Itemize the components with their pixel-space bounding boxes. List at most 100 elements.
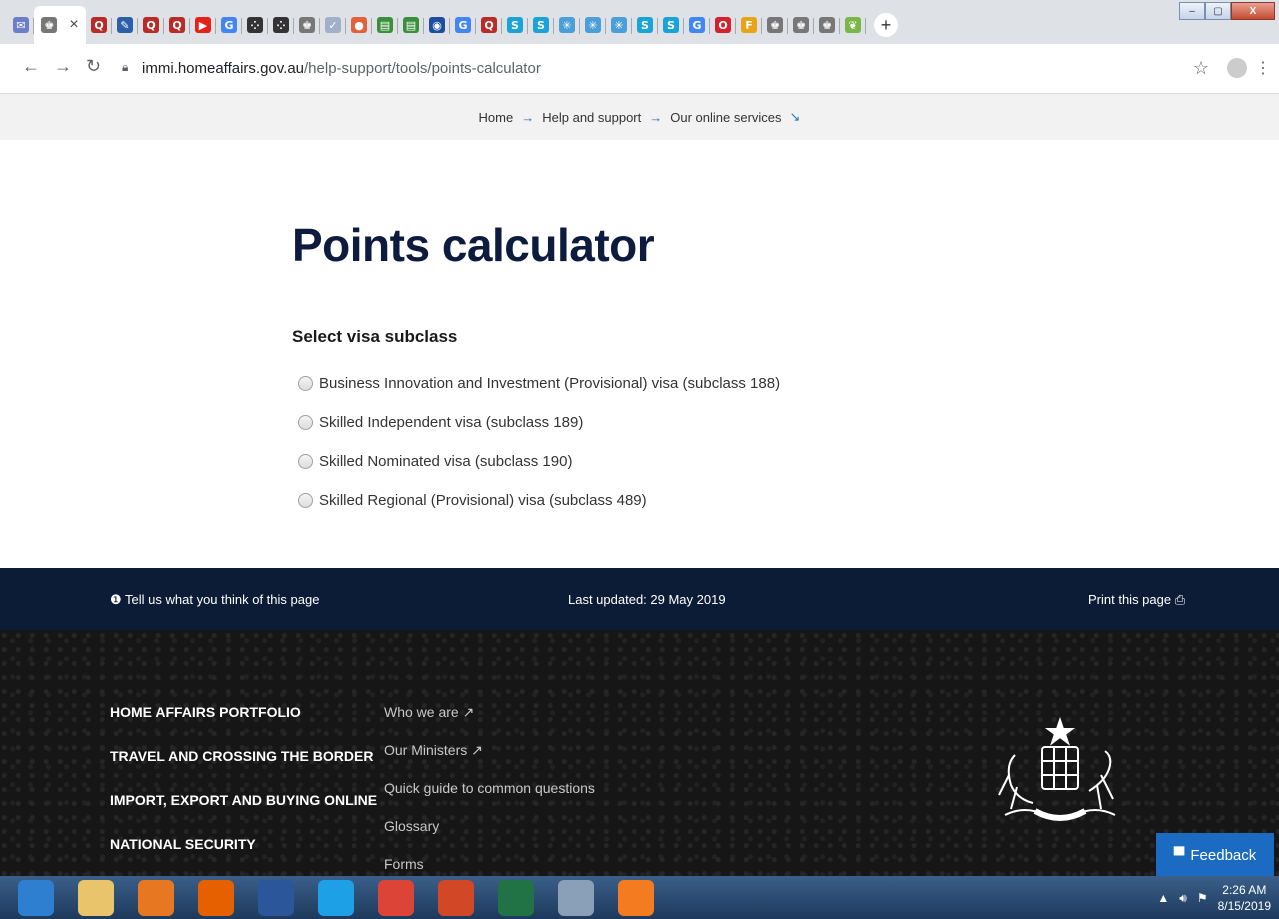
chrome-icon[interactable]: [378, 880, 414, 916]
profile-avatar[interactable]: [1227, 58, 1247, 78]
sparkle-icon: ✳: [585, 17, 601, 33]
browser-tab[interactable]: ♚: [814, 10, 840, 40]
browser-tab[interactable]: Q: [476, 10, 502, 40]
close-tab-icon[interactable]: ×: [69, 16, 78, 34]
action-center-flag-icon[interactable]: ⚑: [1197, 891, 1208, 905]
quora-icon: Q: [481, 17, 497, 33]
browser-tab[interactable]: S: [528, 10, 554, 40]
close-window-button[interactable]: X: [1231, 2, 1275, 20]
reload-icon[interactable]: ↻: [86, 56, 101, 77]
new-tab-button[interactable]: +: [874, 13, 898, 37]
page-feedback-link[interactable]: ❶ Tell us what you think of this page: [110, 592, 319, 608]
footer-link-import-export[interactable]: IMPORT, EXPORT AND BUYING ONLINE: [110, 792, 377, 836]
youtube-icon: ▶: [195, 17, 211, 33]
browser-tab[interactable]: ●: [346, 10, 372, 40]
radio-label: Business Innovation and Investment (Prov…: [319, 375, 781, 392]
browser-tab[interactable]: ✓: [320, 10, 346, 40]
bookmark-star-icon[interactable]: ☆: [1193, 58, 1209, 79]
browser-tab[interactable]: G: [684, 10, 710, 40]
radio-option-188[interactable]: Business Innovation and Investment (Prov…: [298, 364, 780, 403]
footer-link-who-we-are[interactable]: Who we are ↗: [384, 704, 595, 742]
start-icon[interactable]: [18, 880, 54, 916]
word-icon[interactable]: [258, 880, 294, 916]
clock[interactable]: 2:26 AM 8/15/2019: [1218, 882, 1271, 914]
browser-tab[interactable]: ✳: [554, 10, 580, 40]
breadcrumb: Home → Help and support → Our online ser…: [0, 94, 1279, 140]
calculator-icon[interactable]: [558, 880, 594, 916]
url-text: immi.homeaffairs.gov.au/help-support/too…: [142, 60, 541, 77]
footer-link-quick-guide[interactable]: Quick guide to common questions: [384, 780, 595, 818]
browser-tab[interactable]: ⁘: [242, 10, 268, 40]
firefox-icon[interactable]: [198, 880, 234, 916]
browser-tab[interactable]: G: [216, 10, 242, 40]
browser-tab[interactable]: S: [658, 10, 684, 40]
volume-icon[interactable]: 🔊︎: [1179, 891, 1187, 906]
browser-tab[interactable]: ▤: [372, 10, 398, 40]
browser-tab[interactable]: ♚: [762, 10, 788, 40]
browser-tab[interactable]: S: [502, 10, 528, 40]
browser-tab[interactable]: ♚ ×: [34, 6, 86, 44]
browser-tab[interactable]: ♚: [788, 10, 814, 40]
expand-arrow-icon[interactable]: ↘: [790, 109, 801, 125]
powerpoint-icon[interactable]: [438, 880, 474, 916]
url-path: /help-support/tools/points-calculator: [304, 60, 541, 77]
media-player-icon[interactable]: [138, 880, 174, 916]
excel-icon[interactable]: [498, 880, 534, 916]
browser-tab[interactable]: ◉: [424, 10, 450, 40]
browser-tab[interactable]: ✳: [606, 10, 632, 40]
browser-tab[interactable]: Q: [86, 10, 112, 40]
minimize-button[interactable]: –: [1179, 2, 1205, 20]
maximize-button[interactable]: ▢: [1205, 2, 1231, 20]
breadcrumb-services[interactable]: Our online services: [670, 110, 781, 125]
browser-tab[interactable]: ▤: [398, 10, 424, 40]
s-icon: S: [507, 17, 523, 33]
browser-tab[interactable]: ⁘: [268, 10, 294, 40]
browser-tab[interactable]: ♚: [294, 10, 320, 40]
radio-label: Skilled Nominated visa (subclass 190): [319, 453, 573, 470]
radio-option-189[interactable]: Skilled Independent visa (subclass 189): [298, 403, 780, 442]
browser-tabstrip: ✉ ♚ × Q ✎ Q Q ▶ G ⁘ ⁘ ♚ ✓ ● ▤ ▤ ◉ G Q S S ✳ ✳ ✳ S S G O F ♚ ♚ ♚ ❦ + – ▢ X: [0, 0, 1279, 44]
radio-option-190[interactable]: Skilled Nominated visa (subclass 190): [298, 442, 780, 481]
browser-tab[interactable]: ✳: [580, 10, 606, 40]
radio-button[interactable]: [298, 415, 313, 430]
address-bar[interactable]: 🔒︎ immi.homeaffairs.gov.au/help-support/…: [112, 52, 1222, 84]
info-icon: ❶: [110, 592, 122, 607]
print-page-link[interactable]: Print this page ⎙: [1088, 592, 1185, 608]
kebab-menu-icon[interactable]: ⋮: [1255, 58, 1271, 78]
breadcrumb-home[interactable]: Home: [479, 110, 514, 125]
browser-tab[interactable]: ❦: [840, 10, 866, 40]
radio-button[interactable]: [298, 454, 313, 469]
crest-icon: ♚: [819, 17, 835, 33]
ie-icon[interactable]: [318, 880, 354, 916]
browser-tab[interactable]: G: [450, 10, 476, 40]
browser-tab[interactable]: ✎: [112, 10, 138, 40]
browser-tab[interactable]: ▶: [190, 10, 216, 40]
last-updated: Last updated: 29 May 2019: [568, 592, 726, 607]
browser-toolbar: ← → ↻ 🔒︎ immi.homeaffairs.gov.au/help-su…: [0, 44, 1279, 94]
footer-link-glossary[interactable]: Glossary: [384, 818, 595, 856]
page-footer-bar: ❶ Tell us what you think of this page La…: [0, 568, 1279, 630]
browser-tab[interactable]: Q: [164, 10, 190, 40]
page-title: Points calculator: [292, 219, 655, 271]
forward-icon[interactable]: →: [54, 56, 72, 77]
footer-link-travel[interactable]: TRAVEL AND CROSSING THE BORDER: [110, 748, 377, 792]
browser-tab[interactable]: S: [632, 10, 658, 40]
tray-expand-icon[interactable]: ▲: [1157, 891, 1169, 905]
browser-tab[interactable]: F: [736, 10, 762, 40]
radio-button[interactable]: [298, 376, 313, 391]
footer-link-security[interactable]: NATIONAL SECURITY: [110, 836, 377, 880]
breadcrumb-help[interactable]: Help and support: [542, 110, 641, 125]
footer-link-portfolio[interactable]: HOME AFFAIRS PORTFOLIO: [110, 704, 377, 748]
radio-button[interactable]: [298, 493, 313, 508]
radio-option-489[interactable]: Skilled Regional (Provisional) visa (sub…: [298, 481, 780, 520]
feedback-button[interactable]: ▀ Feedback: [1156, 833, 1274, 877]
back-icon[interactable]: ←: [22, 56, 40, 77]
browser-tab[interactable]: O: [710, 10, 736, 40]
browser-tab[interactable]: Q: [138, 10, 164, 40]
app-icon[interactable]: [618, 880, 654, 916]
browser-tab[interactable]: ✉: [8, 10, 34, 40]
page-feedback-label: Tell us what you think of this page: [125, 592, 320, 607]
folder-icon[interactable]: [78, 880, 114, 916]
url-host: immi.homeaffairs.gov.au: [142, 60, 305, 77]
footer-link-ministers[interactable]: Our Ministers ↗: [384, 742, 595, 780]
